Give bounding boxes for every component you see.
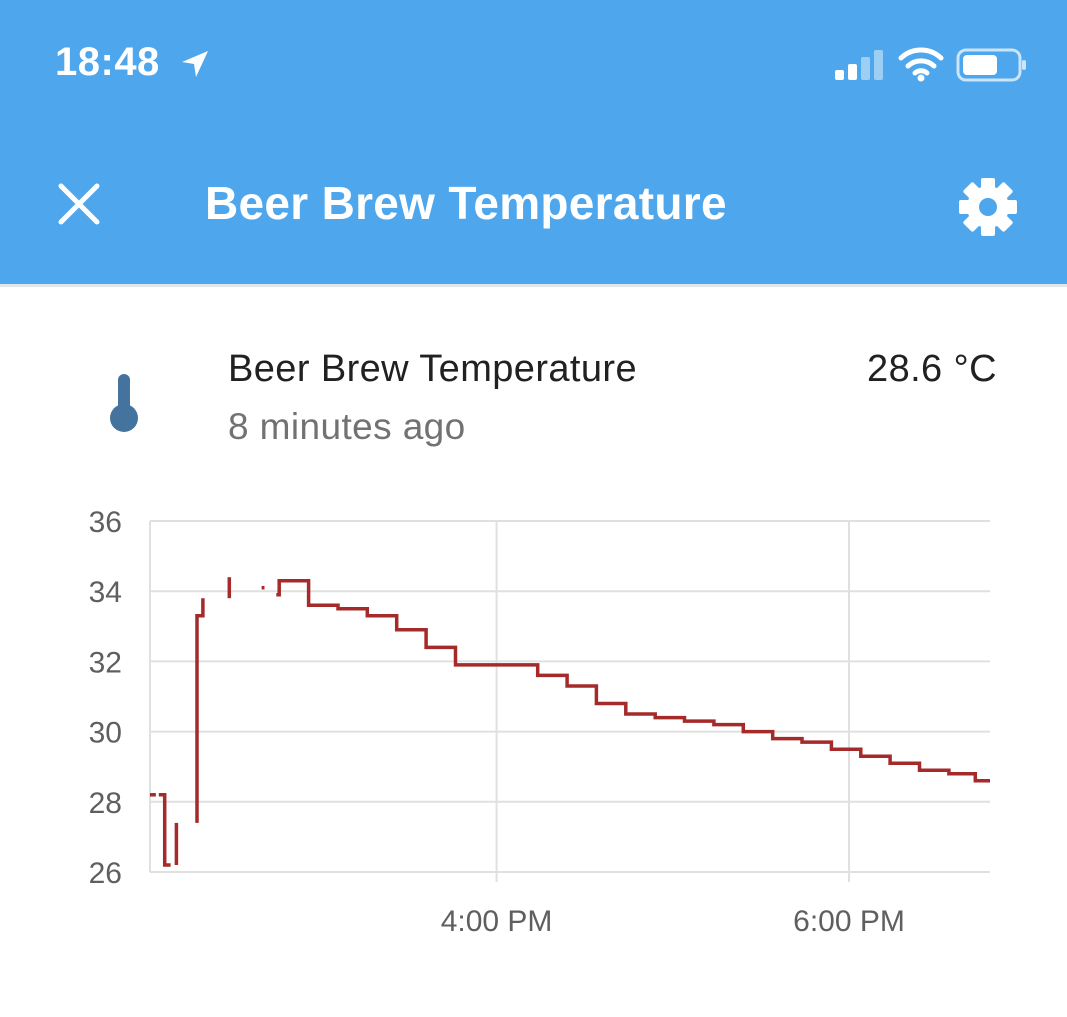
y-tick-label: 32 [89, 646, 122, 679]
y-tick-label: 34 [89, 576, 122, 609]
series-line-segment [195, 598, 205, 823]
y-tick-label: 26 [89, 857, 122, 890]
thermometer-icon [110, 374, 138, 432]
entity-name[interactable]: Beer Brew Temperature [228, 348, 637, 391]
battery-icon [956, 48, 1026, 82]
page-title: Beer Brew Temperature [205, 177, 727, 229]
app-bar: 18:48 Beer Brew Temperature [0, 0, 1067, 284]
close-button[interactable] [55, 180, 103, 228]
series-line-segment [158, 793, 171, 867]
entity-last-changed: 8 minutes ago [228, 406, 466, 447]
y-tick-label: 28 [89, 787, 122, 820]
chart-grid [149, 520, 990, 882]
x-tick-label: 4:00 PM [441, 905, 553, 938]
y-tick-label: 30 [89, 717, 122, 750]
settings-button[interactable] [956, 175, 1020, 239]
entity-state: 28.6 °C [867, 348, 997, 390]
y-tick-label: 36 [89, 506, 122, 539]
close-icon [58, 183, 100, 225]
x-axis-ticks: 4:00 PM 6:00 PM [441, 905, 905, 938]
series-line-segment [276, 578, 990, 783]
y-axis-ticks: 36 34 32 30 28 26 [89, 506, 122, 890]
header-divider [0, 284, 1067, 287]
status-time: 18:48 [55, 40, 160, 84]
signal-icon [835, 50, 883, 80]
temperature-history-chart[interactable]: 36 34 32 30 28 26 4:00 PM 6:00 PM [0, 495, 1067, 965]
x-tick-label: 6:00 PM [793, 905, 905, 938]
wifi-icon [898, 47, 944, 82]
gear-icon [959, 178, 1017, 236]
temperature-series [150, 577, 990, 867]
location-arrow-icon [182, 51, 208, 77]
